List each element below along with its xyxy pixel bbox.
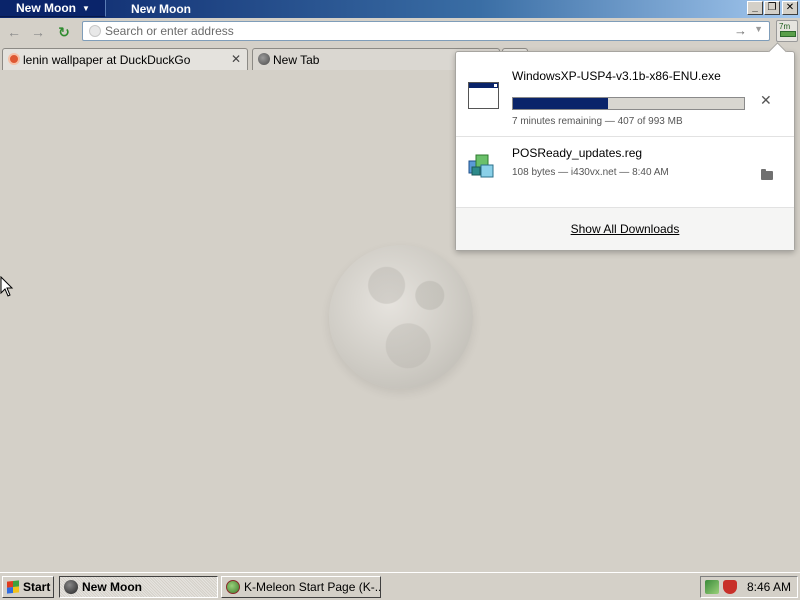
download-progress-fill (513, 98, 608, 109)
download-icon: 7m (779, 22, 791, 31)
window-title: New Moon (131, 2, 191, 16)
go-arrow-icon[interactable]: → (734, 23, 747, 38)
mouse-cursor-icon (0, 276, 14, 297)
cancel-download-icon[interactable]: ✕ (760, 92, 772, 109)
chevron-down-icon: ▼ (82, 4, 90, 13)
history-dropdown-icon[interactable]: ▼ (754, 24, 763, 34)
app-menu-button[interactable]: New Moon ▼ (0, 0, 106, 17)
taskbar: Start New Moon K-Meleon Start Page (K-..… (0, 572, 800, 600)
close-button[interactable]: ✕ (782, 1, 798, 15)
duckduckgo-icon (8, 53, 20, 65)
show-all-downloads-button[interactable]: Show All Downloads (456, 207, 794, 250)
tab-label: New Tab (273, 53, 320, 67)
forward-button[interactable]: → (28, 23, 48, 41)
k-meleon-icon (226, 580, 240, 594)
new-moon-logo (329, 245, 473, 389)
back-button[interactable]: ← (4, 23, 24, 41)
reload-button[interactable]: ↻ (54, 23, 74, 41)
download-filename: POSReady_updates.reg (512, 146, 643, 160)
site-identity-icon[interactable] (89, 25, 101, 37)
downloads-panel: WindowsXP-USP4-v3.1b-x86-ENU.exe 7 minut… (455, 51, 795, 251)
download-progress-icon (780, 31, 796, 37)
taskbar-item-label: K-Meleon Start Page (K-... (244, 580, 381, 594)
new-moon-icon (64, 580, 78, 594)
download-progress-bar (512, 97, 745, 110)
security-shield-icon[interactable] (723, 580, 737, 594)
network-icon[interactable] (705, 580, 719, 594)
system-tray: 8:46 AM (700, 576, 798, 598)
show-all-downloads-label: Show All Downloads (570, 222, 680, 236)
app-menu-label: New Moon (16, 1, 76, 15)
download-status: 7 minutes remaining — 407 of 993 MB (512, 116, 683, 127)
title-bar: New Moon ▼ New Moon _ ❐ ✕ (0, 0, 800, 18)
open-folder-icon[interactable] (761, 169, 773, 180)
download-status: 108 bytes — i430vx.net — 8:40 AM (512, 167, 669, 178)
start-button[interactable]: Start (2, 576, 54, 598)
globe-icon (258, 53, 270, 65)
restore-button[interactable]: ❐ (764, 1, 780, 15)
tab-close-icon[interactable]: ✕ (231, 52, 241, 66)
navigation-bar: ← → ↻ → ▼ 7m (0, 18, 800, 46)
download-filename: WindowsXP-USP4-v3.1b-x86-ENU.exe (512, 69, 721, 83)
address-bar[interactable]: → ▼ (82, 21, 770, 41)
downloads-button[interactable]: 7m (776, 20, 798, 42)
start-label: Start (23, 580, 51, 594)
taskbar-item-k-meleon[interactable]: K-Meleon Start Page (K-... (221, 576, 381, 598)
minimize-button[interactable]: _ (747, 1, 763, 15)
tab-label: lenin wallpaper at DuckDuckGo (23, 53, 191, 67)
taskbar-item-label: New Moon (82, 580, 142, 594)
windows-logo-icon (7, 580, 19, 594)
registry-file-icon (468, 154, 494, 178)
exe-file-icon (468, 82, 499, 109)
clock[interactable]: 8:46 AM (747, 580, 791, 594)
tab-duckduckgo[interactable]: lenin wallpaper at DuckDuckGo ✕ (2, 48, 248, 70)
address-input[interactable] (105, 23, 725, 39)
taskbar-item-new-moon[interactable]: New Moon (59, 576, 218, 598)
download-item[interactable]: WindowsXP-USP4-v3.1b-x86-ENU.exe 7 minut… (456, 58, 794, 136)
download-item[interactable]: POSReady_updates.reg 108 bytes — i430vx.… (456, 136, 794, 215)
